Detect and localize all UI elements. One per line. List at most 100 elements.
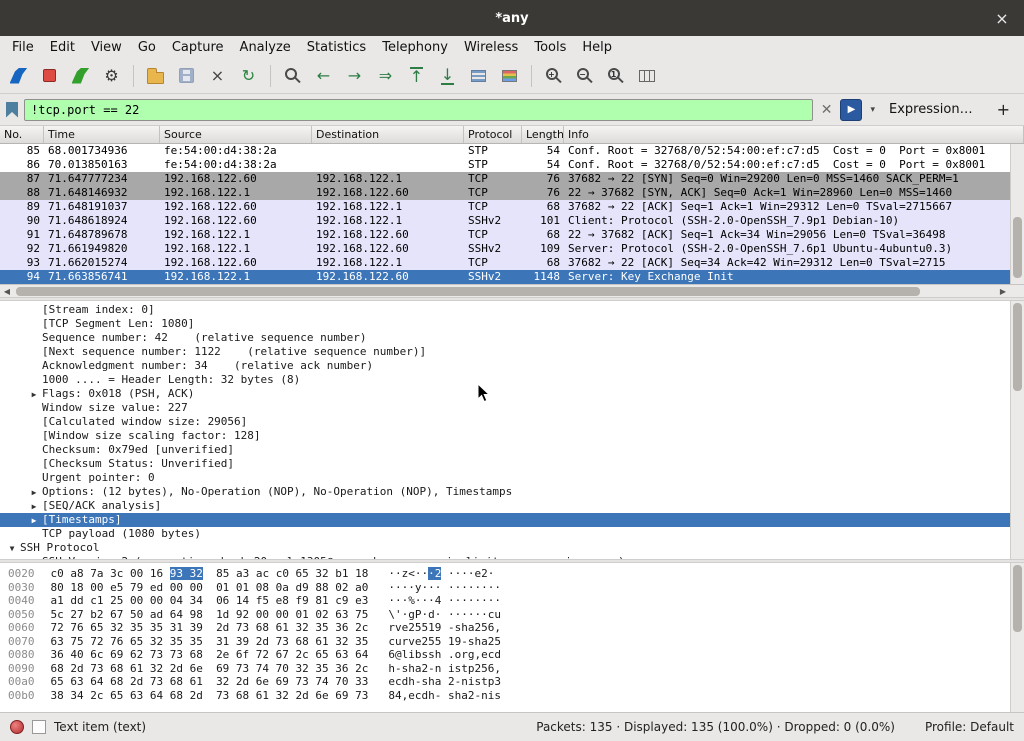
packet-list-hscrollbar[interactable]: ◀ ▶ <box>0 284 1024 297</box>
menu-file[interactable]: File <box>4 38 42 57</box>
menu-go[interactable]: Go <box>130 38 164 57</box>
detail-line[interactable]: TCP payload (1080 bytes) <box>0 527 1024 541</box>
packet-row-90[interactable]: 9071.648618924192.168.122.60192.168.122.… <box>0 214 1024 228</box>
menu-telephony[interactable]: Telephony <box>374 38 456 57</box>
hex-row-0080[interactable]: 008036 40 6c 69 62 73 73 68 2e 6f 72 67 … <box>0 648 1024 662</box>
detail-line[interactable]: Urgent pointer: 0 <box>0 471 1024 485</box>
zoom-out-button[interactable]: − <box>570 62 599 89</box>
menu-help[interactable]: Help <box>574 38 620 57</box>
filter-bookmark-icon[interactable] <box>6 102 18 118</box>
zoom-in-button[interactable]: + <box>539 62 568 89</box>
collapsed-arrow-icon[interactable]: ▶ <box>26 514 42 527</box>
expanded-arrow-icon[interactable]: ▼ <box>4 542 20 555</box>
packet-row-89[interactable]: 8971.648191037192.168.122.60192.168.122.… <box>0 200 1024 214</box>
scroll-right-icon[interactable]: ▶ <box>996 285 1010 297</box>
detail-line[interactable]: 1000 .... = Header Length: 32 bytes (8) <box>0 373 1024 387</box>
packet-row-86[interactable]: 8670.013850163fe:54:00:d4:38:2aSTP54Conf… <box>0 158 1024 172</box>
column-header-source[interactable]: Source <box>160 126 312 143</box>
packet-row-87[interactable]: 8771.647777234192.168.122.60192.168.122.… <box>0 172 1024 186</box>
reload-capture-file-button[interactable]: ↻ <box>234 62 263 89</box>
collapsed-arrow-icon[interactable]: ▶ <box>26 500 42 513</box>
detail-line[interactable]: Window size value: 227 <box>0 401 1024 415</box>
capture-comment-icon[interactable] <box>32 720 46 734</box>
detail-line[interactable]: Sequence number: 42 (relative sequence n… <box>0 331 1024 345</box>
display-filter-input[interactable] <box>24 99 813 121</box>
packet-row-88[interactable]: 8871.648146932192.168.122.1192.168.122.6… <box>0 186 1024 200</box>
column-header-info[interactable]: Info <box>564 126 1024 143</box>
detail-line[interactable]: [TCP Segment Len: 1080] <box>0 317 1024 331</box>
detail-line[interactable]: ▼SSH Protocol <box>0 541 1024 555</box>
collapsed-arrow-icon[interactable]: ▶ <box>26 486 42 499</box>
packet-row-91[interactable]: 9171.648789678192.168.122.1192.168.122.6… <box>0 228 1024 242</box>
auto-scroll-button[interactable] <box>464 62 493 89</box>
detail-line[interactable]: ▶SSH Version 2 (encryption:chacha20-poly… <box>0 555 1024 559</box>
status-profile[interactable]: Profile: Default <box>925 720 1014 734</box>
filter-apply-button[interactable]: ▶ <box>840 99 862 121</box>
colorize-packets-button[interactable] <box>495 62 524 89</box>
hex-row-00a0[interactable]: 00a065 63 64 68 2d 73 68 61 32 2d 6e 69 … <box>0 675 1024 689</box>
find-packet-button[interactable] <box>278 62 307 89</box>
capture-options-button[interactable]: ⚙ <box>97 62 126 89</box>
expression-button[interactable]: Expression… <box>883 102 979 117</box>
restart-capture-button[interactable] <box>66 62 95 89</box>
scroll-left-icon[interactable]: ◀ <box>0 285 14 297</box>
go-forward-button[interactable]: → <box>340 62 369 89</box>
filter-dropdown-icon[interactable]: ▾ <box>868 105 877 115</box>
detail-line[interactable]: [Window size scaling factor: 128] <box>0 429 1024 443</box>
collapsed-arrow-icon[interactable]: ▶ <box>26 388 42 401</box>
hex-row-0060[interactable]: 006072 76 65 32 35 35 31 39 2d 73 68 61 … <box>0 621 1024 635</box>
column-header-no[interactable]: No. <box>0 126 44 143</box>
hscrollbar-thumb[interactable] <box>16 287 920 296</box>
menu-tools[interactable]: Tools <box>526 38 574 57</box>
detail-line[interactable]: ▶[SEQ/ACK analysis] <box>0 499 1024 513</box>
go-to-packet-button[interactable]: ⇒ <box>371 62 400 89</box>
hex-row-0050[interactable]: 00505c 27 b2 67 50 ad 64 98 1d 92 00 00 … <box>0 608 1024 622</box>
go-last-packet-button[interactable]: ↓ <box>433 62 462 89</box>
column-header-length[interactable]: Length <box>522 126 564 143</box>
menu-analyze[interactable]: Analyze <box>232 38 299 57</box>
hex-row-0070[interactable]: 007063 75 72 76 65 32 35 35 31 39 2d 73 … <box>0 635 1024 649</box>
vscrollbar-thumb[interactable] <box>1013 217 1022 279</box>
menu-edit[interactable]: Edit <box>42 38 83 57</box>
hex-row-0020[interactable]: 0020c0 a8 7a 3c 00 16 93 32 85 a3 ac c0 … <box>0 567 1024 581</box>
open-capture-file-button[interactable] <box>141 62 170 89</box>
details-vscrollbar[interactable] <box>1010 301 1024 559</box>
details-vscrollbar-thumb[interactable] <box>1013 303 1022 391</box>
menu-statistics[interactable]: Statistics <box>299 38 374 57</box>
close-capture-file-button[interactable]: × <box>203 62 232 89</box>
detail-line[interactable]: [Next sequence number: 1122 (relative se… <box>0 345 1024 359</box>
packet-row-92[interactable]: 9271.661949820192.168.122.1192.168.122.6… <box>0 242 1024 256</box>
zoom-original-button[interactable]: 1 <box>601 62 630 89</box>
hex-vscrollbar[interactable] <box>1010 563 1024 712</box>
start-capture-button[interactable] <box>4 62 33 89</box>
packet-row-85[interactable]: 8568.001734936fe:54:00:d4:38:2aSTP54Conf… <box>0 144 1024 158</box>
column-header-time[interactable]: Time <box>44 126 160 143</box>
hex-row-0040[interactable]: 0040a1 dd c1 25 00 00 04 34 06 14 f5 e8 … <box>0 594 1024 608</box>
detail-line[interactable]: ▶Options: (12 bytes), No-Operation (NOP)… <box>0 485 1024 499</box>
packet-list-vscrollbar[interactable] <box>1010 144 1024 284</box>
go-back-button[interactable]: ← <box>309 62 338 89</box>
close-window-icon[interactable]: × <box>992 8 1012 28</box>
hex-row-0030[interactable]: 003080 18 00 e5 79 ed 00 00 01 01 08 0a … <box>0 581 1024 595</box>
packet-row-94[interactable]: 9471.663856741192.168.122.1192.168.122.6… <box>0 270 1024 284</box>
add-filter-button[interactable]: + <box>989 100 1018 119</box>
hex-row-0090[interactable]: 009068 2d 73 68 61 32 2d 6e 69 73 74 70 … <box>0 662 1024 676</box>
filter-clear-icon[interactable]: ✕ <box>819 102 835 118</box>
detail-line[interactable]: Acknowledgment number: 34 (relative ack … <box>0 359 1024 373</box>
hex-row-00b0[interactable]: 00b038 34 2c 65 63 64 68 2d 73 68 61 32 … <box>0 689 1024 703</box>
column-header-destination[interactable]: Destination <box>312 126 464 143</box>
detail-line[interactable]: Checksum: 0x79ed [unverified] <box>0 443 1024 457</box>
detail-line[interactable]: [Checksum Status: Unverified] <box>0 457 1024 471</box>
column-header-protocol[interactable]: Protocol <box>464 126 522 143</box>
menu-wireless[interactable]: Wireless <box>456 38 526 57</box>
collapsed-arrow-icon[interactable]: ▶ <box>26 556 42 559</box>
detail-line[interactable]: ▶[Timestamps] <box>0 513 1024 527</box>
packet-row-93[interactable]: 9371.662015274192.168.122.60192.168.122.… <box>0 256 1024 270</box>
detail-line[interactable]: [Calculated window size: 29056] <box>0 415 1024 429</box>
stop-capture-button[interactable] <box>35 62 64 89</box>
hex-vscrollbar-thumb[interactable] <box>1013 565 1022 632</box>
detail-line[interactable]: ▶Flags: 0x018 (PSH, ACK) <box>0 387 1024 401</box>
resize-columns-button[interactable] <box>632 62 661 89</box>
menu-capture[interactable]: Capture <box>164 38 232 57</box>
save-capture-file-button[interactable] <box>172 62 201 89</box>
